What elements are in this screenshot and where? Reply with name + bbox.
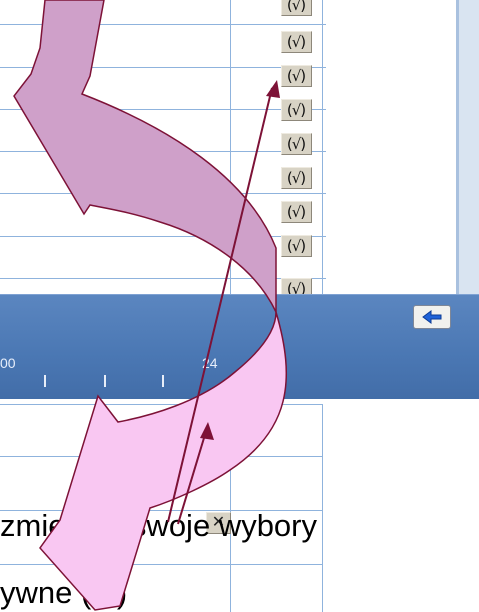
curved-arrow-lower (39, 311, 287, 611)
annotation-overlay (13, 0, 287, 611)
pointer-arrowhead (266, 80, 280, 98)
curved-arrow-upper (13, 0, 277, 313)
